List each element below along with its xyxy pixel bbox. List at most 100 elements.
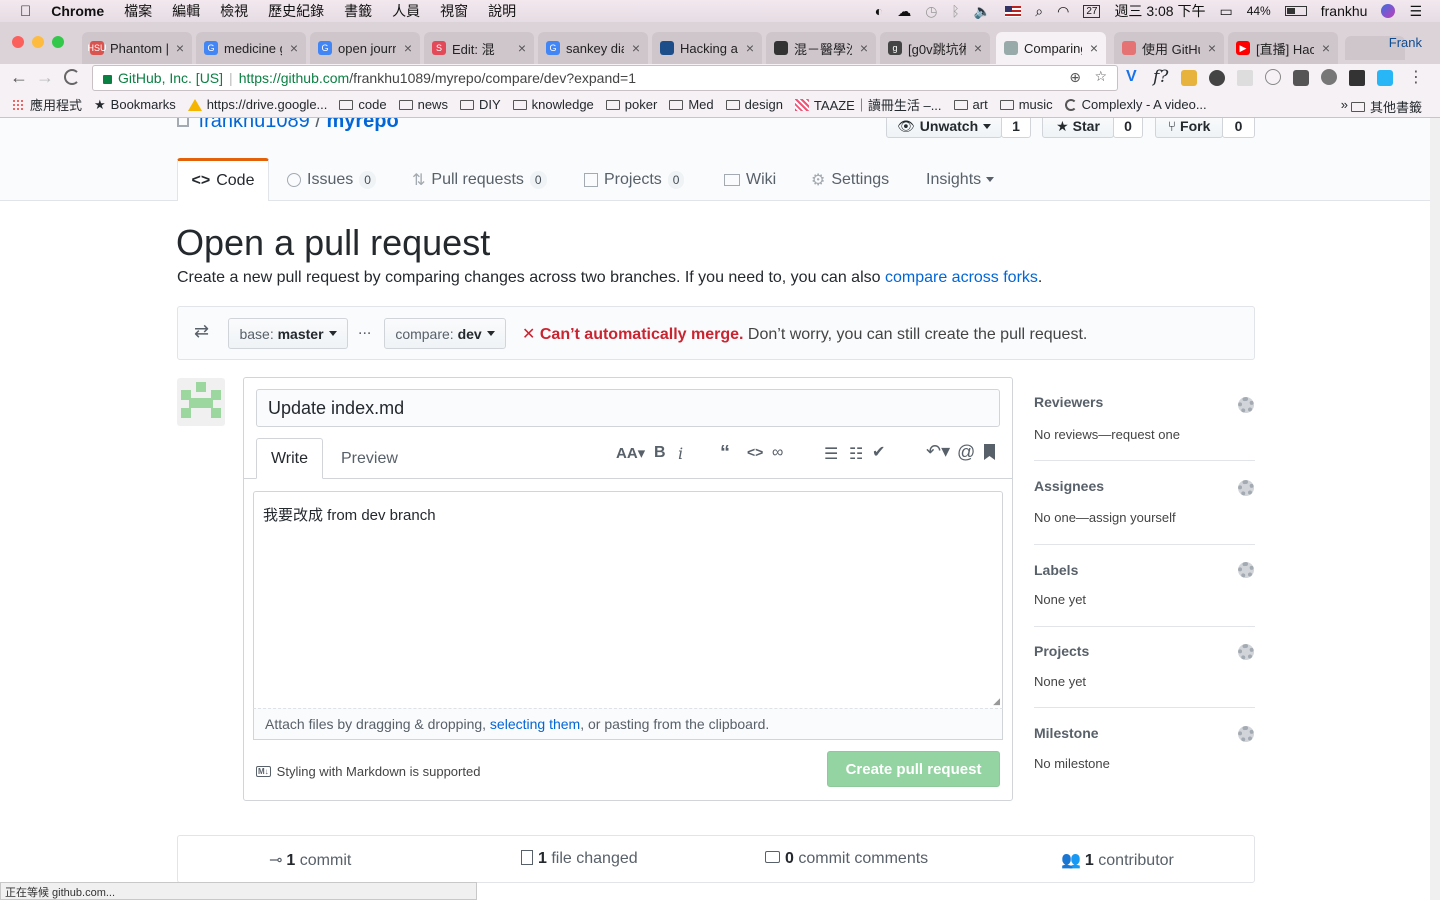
browser-tab[interactable]: ▶ [直播] Hac ×: [1228, 32, 1338, 64]
battery-percent[interactable]: 44%: [1247, 4, 1271, 18]
minimize-window-icon[interactable]: [32, 36, 44, 48]
bold-icon[interactable]: B: [654, 444, 666, 462]
bookmark-poker[interactable]: poker: [605, 97, 657, 112]
bookmark-drive[interactable]: https://drive.google...: [187, 97, 327, 112]
bookmark-design[interactable]: design: [725, 97, 783, 112]
summary-contributors[interactable]: 👥 1 contributor: [1061, 850, 1174, 870]
quote-icon[interactable]: “: [720, 442, 730, 465]
pr-body-textarea[interactable]: 我要改成 from dev branch ◢: [253, 491, 1003, 709]
extension-v-icon[interactable]: V: [1126, 68, 1137, 86]
bookmark-bookmarks[interactable]: ★ Bookmarks: [94, 97, 176, 113]
forward-icon[interactable]: →: [36, 67, 54, 88]
select-files-link[interactable]: selecting them: [490, 716, 580, 732]
star-count[interactable]: 0: [1113, 118, 1143, 138]
close-tab-icon[interactable]: ×: [518, 40, 526, 56]
compare-across-forks-link[interactable]: compare across forks: [885, 269, 1038, 286]
time-machine-icon[interactable]: ◷: [925, 3, 937, 20]
wifi-icon[interactable]: ◠: [1057, 3, 1069, 20]
page-scrollbar[interactable]: [1430, 118, 1440, 900]
bookmark-music[interactable]: music: [999, 97, 1053, 112]
tab-wiki[interactable]: Wiki: [716, 158, 784, 201]
resize-handle-icon[interactable]: ◢: [993, 696, 1000, 707]
search-icon[interactable]: ⌕: [1035, 3, 1043, 20]
siri-icon[interactable]: [1381, 4, 1396, 18]
menu-view[interactable]: 檢視: [220, 1, 248, 21]
close-tab-icon[interactable]: ×: [176, 40, 184, 56]
fork-button[interactable]: ⑂ Fork: [1155, 118, 1223, 138]
extension-pocket-icon[interactable]: [1293, 70, 1309, 86]
loading-spinner-icon[interactable]: [64, 69, 80, 85]
browser-tab[interactable]: S Edit: 混 ×: [424, 32, 534, 64]
calendar-icon[interactable]: 27: [1083, 4, 1101, 18]
extension-dog-icon[interactable]: [1321, 69, 1337, 85]
code-icon[interactable]: <>: [747, 444, 763, 460]
maximize-window-icon[interactable]: [52, 36, 64, 48]
assignees-value[interactable]: No one—assign yourself: [1034, 510, 1176, 525]
saved-replies-icon[interactable]: [984, 444, 995, 460]
back-icon[interactable]: ←: [10, 67, 28, 88]
bookmark-others[interactable]: 其他書籤: [1350, 97, 1422, 116]
extension-evernote-icon[interactable]: [1209, 70, 1225, 86]
mention-icon[interactable]: @: [957, 442, 975, 463]
apple-icon[interactable]: : [20, 3, 31, 20]
star-button[interactable]: ★ Star: [1042, 118, 1114, 138]
bookmark-med[interactable]: Med: [669, 97, 714, 112]
close-tab-icon[interactable]: ×: [1090, 40, 1098, 56]
reply-icon[interactable]: ↶▾: [926, 441, 950, 462]
menu-history[interactable]: 歷史紀錄: [268, 1, 324, 21]
tab-preview[interactable]: Preview: [341, 450, 398, 468]
bluetooth-icon[interactable]: ᛒ: [951, 3, 959, 19]
menu-bookmarks[interactable]: 書籤: [344, 1, 372, 21]
bookmark-diy[interactable]: DIY: [459, 97, 501, 112]
reviewers-value[interactable]: No reviews—request one: [1034, 427, 1180, 442]
fork-count[interactable]: 0: [1222, 118, 1255, 138]
task-list-icon[interactable]: ✔: [872, 442, 885, 462]
tab-insights[interactable]: Insights: [918, 158, 1002, 201]
bullet-list-icon[interactable]: ☰: [824, 444, 838, 464]
browser-tab[interactable]: Gsankey dia ×: [538, 32, 648, 64]
bookmark-apps[interactable]: 應用程式: [12, 95, 82, 114]
cloud-icon[interactable]: ☁: [897, 3, 911, 20]
gear-icon[interactable]: [1238, 644, 1254, 660]
close-tab-icon[interactable]: ×: [974, 40, 982, 56]
close-window-icon[interactable]: [12, 36, 24, 48]
bookmark-art[interactable]: art: [953, 97, 988, 112]
gear-icon[interactable]: [1238, 480, 1254, 496]
clock-text[interactable]: 週三 3:08 下午: [1114, 1, 1205, 21]
flag-icon[interactable]: [1005, 5, 1022, 17]
base-branch-select[interactable]: base: master: [228, 318, 348, 349]
italic-icon[interactable]: i: [678, 444, 683, 463]
tab-pull-requests[interactable]: ⇅ Pull requests 0: [404, 158, 555, 201]
menu-edit[interactable]: 編輯: [172, 1, 200, 21]
bookmark-complexly[interactable]: Complexly - A video...: [1064, 97, 1207, 112]
browser-tab[interactable]: 使用 GitHu ×: [1114, 32, 1224, 64]
bookmark-knowledge[interactable]: knowledge: [512, 97, 594, 112]
volume-icon[interactable]: 🔈: [974, 3, 991, 20]
menu-file[interactable]: 檔案: [124, 1, 152, 21]
link-icon[interactable]: ∞: [772, 444, 783, 462]
bookmark-star-icon[interactable]: ☆: [1094, 68, 1107, 85]
browser-tab[interactable]: 混－醫學沙 ×: [766, 32, 876, 64]
tab-projects[interactable]: Projects 0: [576, 158, 692, 201]
menu-help[interactable]: 說明: [488, 1, 516, 21]
close-tab-icon[interactable]: ×: [746, 40, 754, 56]
summary-comments[interactable]: 0 commit comments: [765, 850, 928, 868]
close-tab-icon[interactable]: ×: [632, 40, 640, 56]
reviewers-heading[interactable]: Reviewers: [1034, 394, 1103, 410]
close-tab-icon[interactable]: ×: [1322, 40, 1330, 56]
assignees-heading[interactable]: Assignees: [1034, 478, 1104, 494]
bookmark-taaze[interactable]: TAAZE｜讀冊生活 –...: [794, 95, 942, 114]
tab-code[interactable]: <> Code: [177, 158, 269, 201]
browser-tab[interactable]: g [g0v跳坑術 ×: [880, 32, 990, 64]
user-name[interactable]: frankhu: [1321, 3, 1368, 19]
unwatch-button[interactable]: 👁 Unwatch: [886, 118, 1002, 138]
bookmark-code[interactable]: code: [339, 97, 387, 112]
battery-icon[interactable]: [1284, 6, 1307, 16]
menu-window[interactable]: 視窗: [440, 1, 468, 21]
extension-download-icon[interactable]: [1349, 70, 1365, 86]
browser-tab[interactable]: Gopen journ ×: [310, 32, 420, 64]
tab-issues[interactable]: Issues 0: [279, 158, 384, 201]
attach-files-bar[interactable]: Attach files by dragging & dropping, sel…: [253, 708, 1003, 740]
chrome-menu-icon[interactable]: ⋮: [1408, 67, 1424, 87]
browser-tab[interactable]: Comparing ×: [996, 32, 1106, 64]
